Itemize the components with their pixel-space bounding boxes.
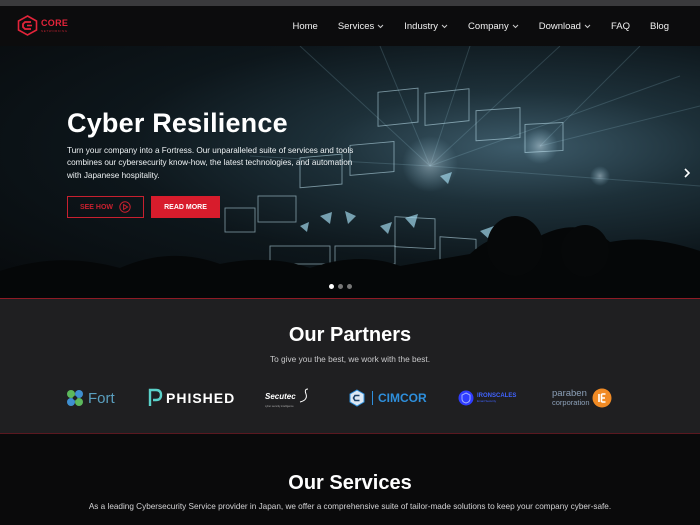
- partner-logo-cimcor[interactable]: CIMCOR: [348, 387, 427, 409]
- services-title: Our Services: [288, 472, 412, 494]
- chevron-down-icon: [584, 24, 591, 28]
- nav-faq-label: FAQ: [610, 20, 630, 32]
- nav-industry-label: Industry: [404, 20, 439, 32]
- partner-cimcor-name: CIMCOR: [372, 391, 427, 405]
- partners-title: Our Partners: [288, 324, 412, 346]
- slider-pagination: [329, 284, 356, 289]
- secutec-swirl-icon: [299, 388, 308, 403]
- phished-p-icon: [148, 388, 163, 406]
- slider-dot-1[interactable]: [329, 284, 334, 289]
- partner-logo-secutec[interactable]: Secutec cyber security intelligence: [265, 387, 310, 409]
- partner-fort-name: Fort: [88, 389, 115, 407]
- see-how-label: SEE HOW: [79, 203, 114, 211]
- nav-home[interactable]: Home: [292, 21, 317, 32]
- nav-company-label: Company: [468, 20, 509, 32]
- chevron-down-icon: [441, 24, 448, 28]
- hero-slider: Cyber Resilience Turn your company into …: [0, 46, 700, 299]
- hero-title: Cyber Resilience: [67, 108, 288, 138]
- partner-logo-fort[interactable]: Fort: [65, 387, 115, 409]
- slider-dot-2[interactable]: [338, 284, 343, 289]
- partner-ironscales-tagline: Email Security: [477, 399, 497, 403]
- nav-services-label: Services: [337, 20, 375, 32]
- partner-secutec-tagline: cyber security intelligence: [265, 405, 294, 408]
- slider-dot-3[interactable]: [347, 284, 352, 289]
- partners-subtitle: To give you the best, we work with the b…: [269, 354, 431, 364]
- nav-industry[interactable]: Industry: [404, 21, 448, 32]
- chevron-down-icon: [512, 24, 519, 28]
- read-more-label: READ MORE: [164, 203, 207, 211]
- services-description: As a leading Cybersecurity Service provi…: [88, 502, 612, 511]
- partner-paraben-tagline: corporation: [552, 398, 590, 408]
- nav-company[interactable]: Company: [468, 21, 519, 32]
- partner-logo-phished[interactable]: PHISHED: [147, 387, 235, 409]
- nav-blog[interactable]: Blog: [650, 21, 669, 32]
- play-circle-icon: [119, 201, 131, 213]
- fort-clover-icon: [67, 390, 83, 406]
- cimcor-hex-icon: [349, 389, 365, 407]
- nav-home-label: Home: [292, 20, 318, 32]
- nav-faq[interactable]: FAQ: [611, 21, 630, 32]
- slider-next-arrow-icon[interactable]: [682, 166, 692, 180]
- partner-logo-ironscales[interactable]: IRONSCALES Email Security: [458, 387, 516, 409]
- chevron-down-icon: [377, 24, 384, 28]
- paraben-e-icon: [592, 388, 612, 408]
- logo-title: CORE: [41, 17, 69, 28]
- services-section: Our Services As a leading Cybersecurity …: [0, 434, 700, 525]
- nav-blog-label: Blog: [649, 20, 669, 32]
- read-more-button[interactable]: READ MORE: [151, 196, 220, 218]
- core-logo-icon: [17, 15, 38, 36]
- nav-services[interactable]: Services: [338, 21, 384, 32]
- main-nav: Home Services Industry Company Download …: [292, 6, 669, 46]
- see-how-button[interactable]: SEE HOW: [67, 196, 144, 218]
- logo-tagline: NETWORKING: [41, 28, 68, 33]
- hero-description: Turn your company into a Fortress. Our u…: [67, 146, 354, 180]
- partners-section: Our Partners To give you the best, we wo…: [0, 299, 700, 434]
- nav-download[interactable]: Download: [539, 21, 591, 32]
- partner-phished-name: PHISHED: [166, 390, 236, 406]
- nav-download-label: Download: [538, 20, 581, 32]
- site-header: CORE NETWORKING Home Services Industry C…: [0, 6, 700, 46]
- partner-logo-paraben[interactable]: paraben corporation: [552, 387, 612, 409]
- ironscales-shield-icon: [458, 390, 474, 406]
- partner-secutec-name: Secutec: [265, 391, 296, 401]
- site-logo[interactable]: CORE NETWORKING: [17, 15, 68, 36]
